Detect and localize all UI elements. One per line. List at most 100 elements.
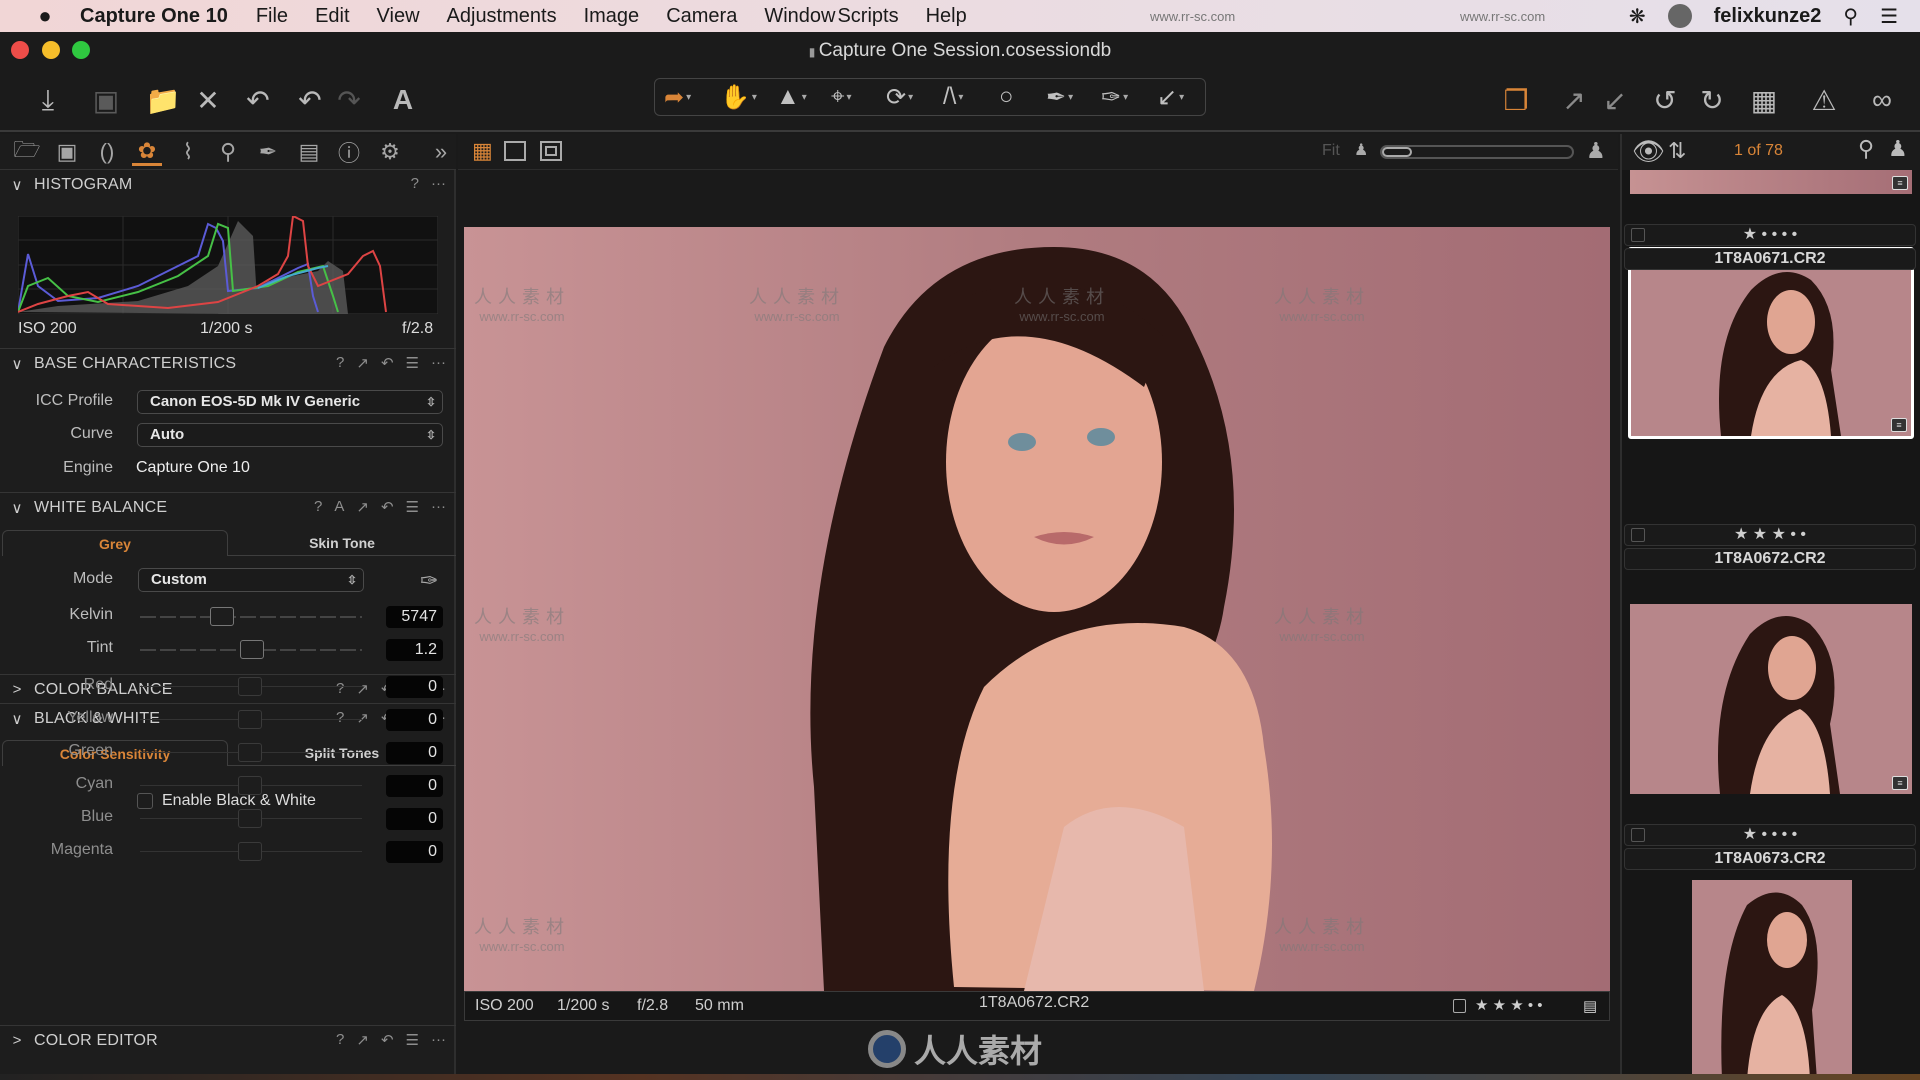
base-characteristics-header[interactable]: ∨ BASE CHARACTERISTICS ? ↗ ↶ ☰ ··· <box>0 348 456 378</box>
circle-mask-tool-icon[interactable]: ○ <box>999 82 1014 112</box>
histogram-header[interactable]: ∨ HISTOGRAM ? ··· <box>0 170 456 200</box>
menu-image[interactable]: Image <box>584 5 640 28</box>
copy-apply-icon[interactable]: ↗ <box>356 1031 369 1049</box>
bw-blue-slider[interactable] <box>140 809 362 828</box>
icc-profile-select[interactable]: Canon EOS-5D Mk IV Generic ⇳ <box>137 390 443 414</box>
copy-apply-icon[interactable]: ↗ <box>356 680 369 698</box>
mode-select[interactable]: Custom ⇳ <box>138 568 364 592</box>
more-icon[interactable]: ··· <box>431 498 446 516</box>
tint-value-field[interactable]: 1.2 <box>386 639 443 661</box>
reset-icon[interactable]: ↶ <box>381 354 394 372</box>
menu-camera[interactable]: Camera <box>666 5 737 28</box>
main-image[interactable]: 人人素材 www.rr-sc.com 人人素材 www.rr-sc.com 人人素材… <box>464 227 1610 991</box>
thumbnail-selected[interactable]: ≡ <box>1628 247 1914 439</box>
keystone-tool-icon[interactable]: ▲ ▾ <box>776 82 807 112</box>
tab-library-folder-icon[interactable]: 🗁 <box>12 137 42 166</box>
help-icon[interactable]: ? <box>411 175 419 192</box>
undo-all-icon[interactable]: ↶ <box>238 80 278 120</box>
copy-adjustments-icon[interactable]: ↗ <box>1554 80 1594 120</box>
color-editor-header[interactable]: > COLOR EDITOR ? ↗ ↶ ☰ ··· <box>0 1025 456 1055</box>
menu-file[interactable]: File <box>256 5 288 28</box>
copy-apply-icon[interactable]: ↗ <box>356 498 369 516</box>
bw-yellow-value-field[interactable]: 0 <box>386 709 443 731</box>
select-tool-icon[interactable]: ➦ ▾ <box>664 82 691 112</box>
thumbnail-rating[interactable]: ★ • • • • <box>1624 824 1916 846</box>
bw-yellow-slider[interactable] <box>140 710 362 729</box>
bw-magenta-slider[interactable] <box>140 842 362 861</box>
crop-tool-icon[interactable]: ⌖ ▾ <box>831 82 852 112</box>
star-rating[interactable]: ★ ★ ★ • • <box>1475 996 1543 1014</box>
kelvin-value-field[interactable]: 5747 <box>386 606 443 628</box>
creative-cloud-icon[interactable] <box>1667 4 1692 28</box>
bw-red-value-field[interactable]: 0 <box>386 676 443 698</box>
tint-slider[interactable] <box>140 640 362 659</box>
bw-blue-value-field[interactable]: 0 <box>386 808 443 830</box>
tab-lens-icon[interactable]: () <box>92 138 122 166</box>
eye-filter-icon[interactable]: 👁 <box>1632 136 1665 167</box>
more-tabs-button[interactable]: » <box>426 138 456 166</box>
bw-cyan-slider[interactable] <box>140 776 362 795</box>
tab-settings-gear-icon[interactable]: ⚙ <box>375 138 405 166</box>
rotate-right-icon[interactable]: ↻ <box>1692 80 1732 120</box>
tint-slider-knob[interactable] <box>240 640 264 659</box>
bw-magenta-slider-knob[interactable] <box>238 842 262 861</box>
white-balance-picker-icon[interactable]: ✑ <box>420 568 438 594</box>
tab-skin-tone[interactable]: Skin Tone <box>228 530 456 556</box>
tab-info-icon[interactable]: ⓘ <box>334 138 364 166</box>
more-icon[interactable]: ··· <box>431 1031 446 1049</box>
search-filter-icon[interactable]: ⚲ <box>1858 136 1874 162</box>
more-icon[interactable]: ··· <box>431 175 446 192</box>
zoom-fit-label[interactable]: Fit <box>1322 142 1340 160</box>
move-to-folder-icon[interactable]: 📁 <box>143 80 183 120</box>
notification-center-icon[interactable]: ☰ <box>1880 4 1898 29</box>
white-balance-header[interactable]: ∨ WHITE BALANCE ? A ↗ ↶ ☰ ··· <box>0 492 456 522</box>
help-icon[interactable]: ? <box>336 709 344 727</box>
sort-icon[interactable]: ⇅ <box>1668 138 1686 164</box>
copy-apply-icon[interactable]: ↗ <box>356 354 369 372</box>
select-checkbox[interactable] <box>1631 528 1645 542</box>
bw-cyan-value-field[interactable]: 0 <box>386 775 443 797</box>
zoom-slider[interactable] <box>1380 145 1574 159</box>
pan-tool-icon[interactable]: ✋ ▾ <box>720 82 757 112</box>
menu-edit[interactable]: Edit <box>315 5 349 28</box>
thumbnail-rating[interactable]: ★ ★ ★ • • <box>1624 524 1916 546</box>
variants-icon[interactable]: ❐ <box>1496 80 1536 120</box>
straighten-tool-icon[interactable]: /\ ▾ <box>943 82 963 112</box>
tab-local-adjustments-brush-icon[interactable]: ✒ <box>253 138 283 166</box>
bw-green-slider[interactable] <box>140 743 362 762</box>
bw-red-slider[interactable] <box>140 677 362 696</box>
grid-view-icon[interactable]: ▦ <box>472 138 493 164</box>
menu-help[interactable]: Help <box>926 5 967 28</box>
multi-view-icon[interactable] <box>540 141 562 161</box>
undo-icon[interactable]: ↶ <box>290 80 330 120</box>
bw-blue-slider-knob[interactable] <box>238 809 262 828</box>
select-checkbox[interactable] <box>1631 228 1645 242</box>
annotation-tool-icon[interactable]: ↙ ▾ <box>1157 82 1184 112</box>
delete-icon[interactable]: ✕ <box>188 80 228 120</box>
presets-icon[interactable]: ☰ <box>406 498 419 516</box>
color-picker-tool-icon[interactable]: ✑ ▾ <box>1101 82 1128 112</box>
copy-apply-icon[interactable]: ↗ <box>356 709 369 727</box>
menu-view[interactable]: View <box>377 5 420 28</box>
brightness-icon[interactable]: ❋ <box>1629 4 1646 29</box>
select-checkbox[interactable] <box>1631 828 1645 842</box>
tab-exposure-icon[interactable]: ⌇ <box>173 138 203 166</box>
rotate-left-icon[interactable]: ↺ <box>1645 80 1685 120</box>
grid-icon[interactable]: ▦ <box>1744 80 1784 120</box>
menu-window[interactable]: Window <box>764 5 835 28</box>
enable-black-white-checkbox[interactable] <box>137 793 153 809</box>
more-icon[interactable]: ··· <box>431 354 446 372</box>
thumbnail[interactable]: ≡ <box>1630 604 1912 794</box>
reset-icon[interactable]: ↶ <box>381 1031 394 1049</box>
camera-icon[interactable]: ▣ <box>86 80 126 120</box>
tab-grey[interactable]: Grey <box>2 530 228 556</box>
menu-adjustments[interactable]: Adjustments <box>447 5 557 28</box>
exposure-warning-icon[interactable]: ⚠ <box>1804 80 1844 120</box>
curve-select[interactable]: Auto ⇳ <box>137 423 443 447</box>
auto-adjust-icon[interactable]: A <box>383 80 423 120</box>
redo-icon[interactable]: ↷ <box>329 80 369 120</box>
bw-green-slider-knob[interactable] <box>238 743 262 762</box>
help-icon[interactable]: ? <box>336 354 344 372</box>
thumbnail-portrait[interactable] <box>1692 880 1852 1080</box>
rotate-tool-icon[interactable]: ⟳ ▾ <box>886 82 913 112</box>
